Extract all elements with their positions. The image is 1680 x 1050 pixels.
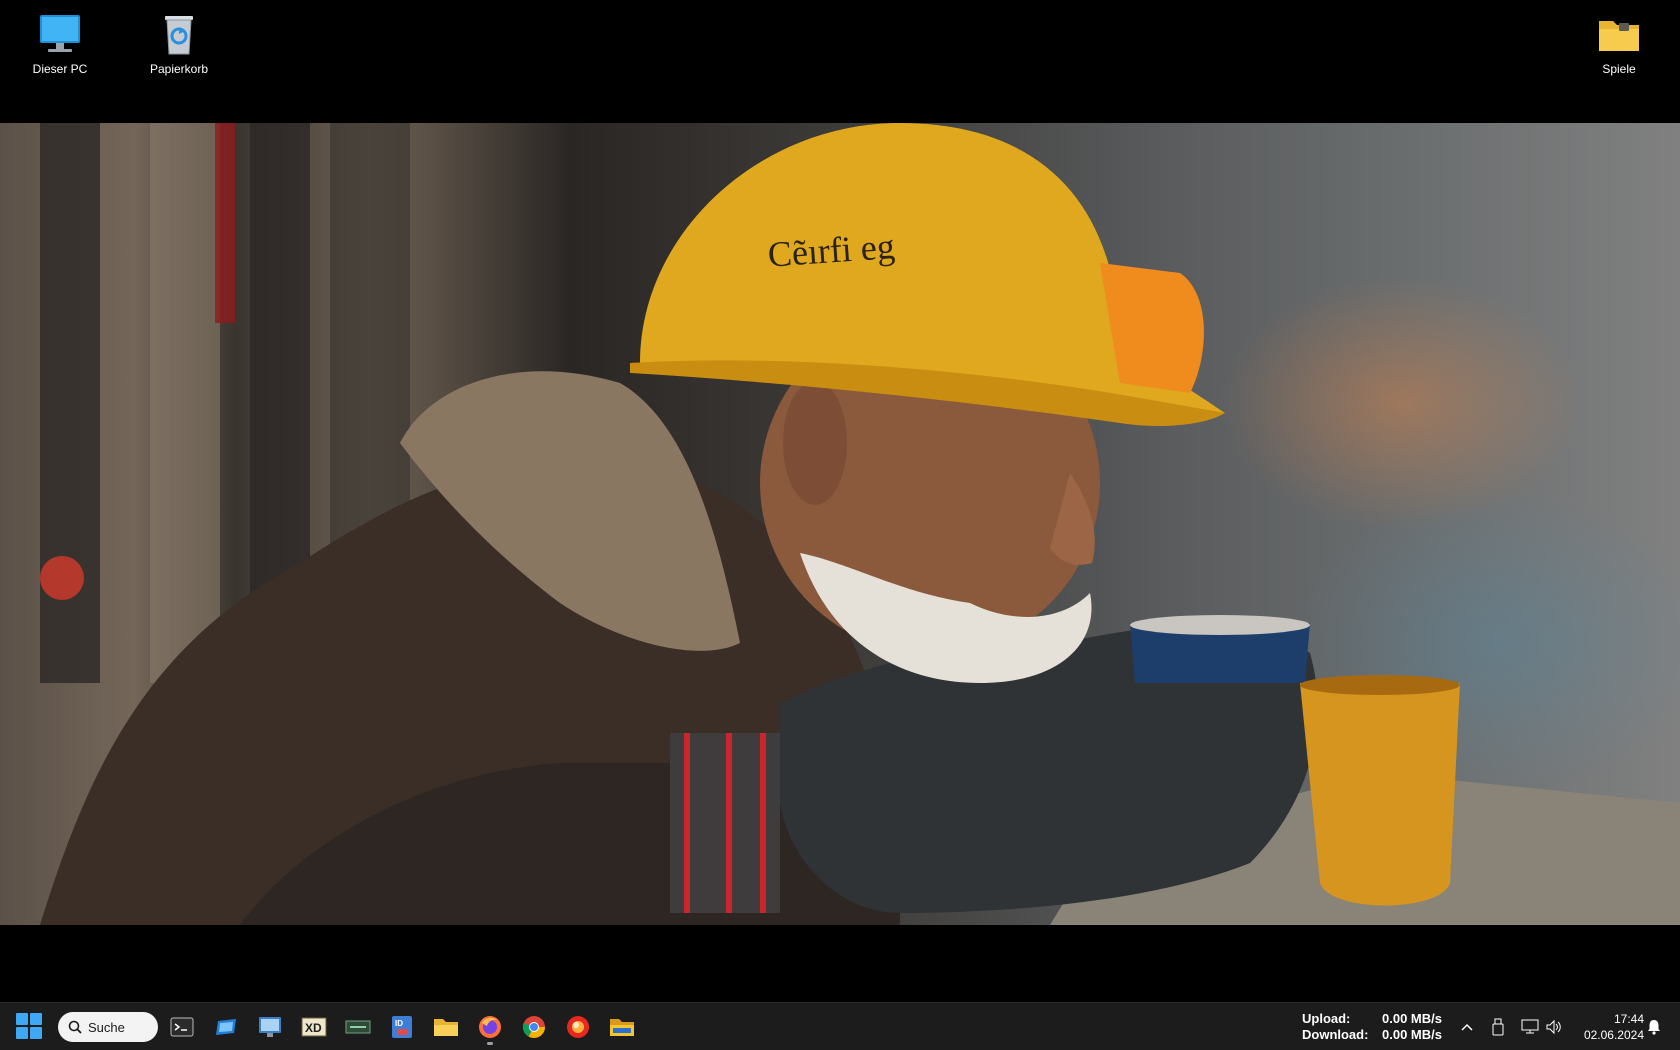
taskbar-app-id-badge[interactable]: ID [386, 1011, 418, 1043]
show-hidden-icons-button[interactable] [1457, 1017, 1477, 1037]
clock-date: 02.06.2024 [1583, 1028, 1644, 1042]
download-value: 0.00 MB/s [1382, 1027, 1442, 1042]
monitor-icon [36, 10, 84, 58]
desktop: Cẽırfi eg Dieser PC Papierkorb Spiele [0, 0, 1680, 1002]
search-label: Suche [88, 1019, 125, 1035]
tray-network-button[interactable] [1520, 1017, 1540, 1037]
upload-value: 0.00 MB/s [1382, 1011, 1442, 1026]
taskbar-app-blue-window[interactable] [210, 1011, 242, 1043]
bell-icon [1648, 1020, 1660, 1035]
file-explorer-icon [434, 1019, 458, 1036]
desktop-icon-label: Dieser PC [32, 62, 88, 76]
usb-drive-icon [1492, 1018, 1504, 1036]
taskbar-app-gpu[interactable] [342, 1011, 374, 1043]
desktop-icon-games-folder[interactable]: Spiele [1576, 10, 1662, 76]
upload-label: Upload: [1302, 1011, 1351, 1026]
taskbar-app-monitor[interactable] [254, 1011, 286, 1043]
taskbar-app-red-circle[interactable] [562, 1011, 594, 1043]
taskbar-app-terminal[interactable] [166, 1011, 198, 1043]
app-id-badge-icon: ID [392, 1016, 412, 1038]
taskbar: Suche XD ID Upload: 0.00 MB/s Download: … [0, 1002, 1680, 1050]
svg-text:XD: XD [305, 1021, 322, 1035]
svg-text:ID: ID [395, 1019, 403, 1028]
taskbar-app-xd[interactable]: XD [298, 1011, 330, 1043]
taskbar-app-firefox[interactable] [474, 1011, 506, 1045]
taskbar-app-chrome[interactable] [518, 1011, 550, 1043]
search-button[interactable]: Suche [58, 1012, 158, 1042]
app-blue-window-icon [216, 1019, 236, 1035]
recycle-bin-icon [155, 10, 203, 58]
wallpaper: Cẽırfi eg [0, 123, 1680, 925]
app-monitor-icon [259, 1017, 281, 1037]
windows-logo-icon [16, 1013, 28, 1025]
desktop-icon-label: Papierkorb [149, 62, 209, 76]
search-icon [68, 1020, 82, 1034]
running-indicator [487, 1042, 493, 1045]
taskbar-app-folder[interactable] [606, 1011, 638, 1043]
taskbar-app-file-explorer[interactable] [430, 1011, 462, 1043]
volume-icon [1546, 1019, 1561, 1035]
terminal-icon [170, 1017, 194, 1037]
desktop-icon-this-pc[interactable]: Dieser PC [17, 10, 103, 76]
tray-usb-button[interactable] [1488, 1017, 1508, 1037]
network-icon [1521, 1019, 1539, 1034]
desktop-icon-label: Spiele [1602, 62, 1636, 76]
folder-icon [610, 1019, 634, 1036]
app-red-circle-icon [567, 1016, 589, 1038]
start-button[interactable] [16, 1013, 44, 1041]
tray-volume-button[interactable] [1544, 1017, 1564, 1037]
notifications-button[interactable] [1644, 1017, 1664, 1037]
windows-logo-icon [16, 1027, 28, 1039]
chrome-icon [522, 1016, 545, 1038]
wallpaper-illustration: Cẽırfi eg [40, 123, 1680, 925]
network-speed-widget: Upload: 0.00 MB/s Download: 0.00 MB/s [1302, 1011, 1442, 1043]
app-gpu-icon [345, 1020, 371, 1034]
folder-icon [1595, 10, 1643, 58]
firefox-icon [479, 1016, 501, 1038]
system-clock[interactable]: 17:44 02.06.2024 [1574, 1011, 1644, 1043]
chevron-up-icon [1461, 1023, 1473, 1031]
desktop-icon-recycle-bin[interactable]: Papierkorb [136, 10, 222, 76]
windows-logo-icon [30, 1027, 42, 1039]
download-label: Download: [1302, 1027, 1369, 1042]
windows-logo-icon [30, 1013, 42, 1025]
clock-time: 17:44 [1613, 1012, 1644, 1026]
app-xd-icon: XD [301, 1017, 327, 1037]
